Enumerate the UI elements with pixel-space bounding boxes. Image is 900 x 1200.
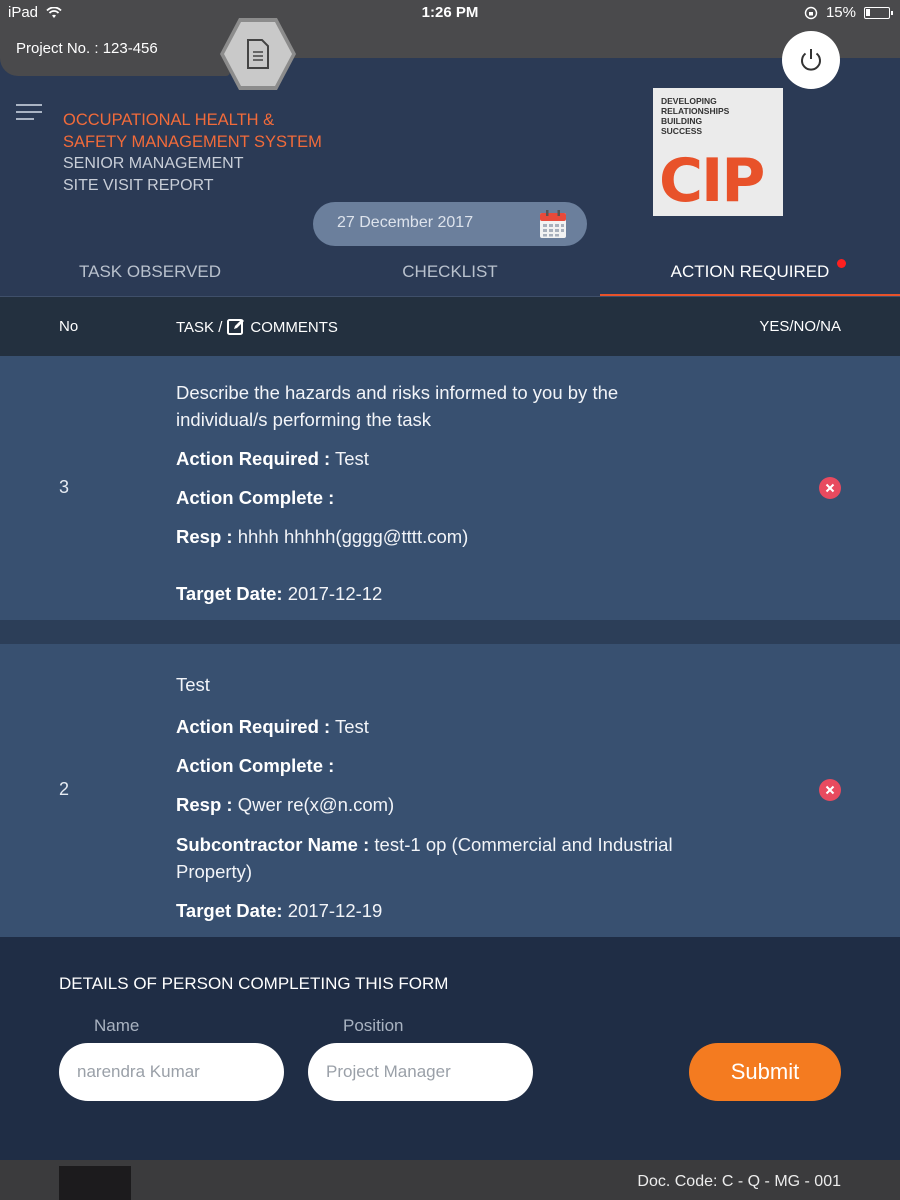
battery-icon bbox=[864, 6, 893, 19]
status-right: 15% bbox=[804, 4, 893, 21]
table-row: 2 Test Action Required : Test Action Com… bbox=[0, 644, 900, 937]
row-resp: Resp : Qwer re(x@n.com) bbox=[176, 794, 395, 815]
close-icon bbox=[825, 483, 835, 493]
row-separator bbox=[0, 620, 900, 644]
tab-task-observed[interactable]: TASK OBSERVED bbox=[0, 262, 300, 282]
row-resp: Resp : hhhh hhhhh(gggg@tttt.com) bbox=[176, 526, 469, 547]
row-target-date: Target Date: 2017-12-19 bbox=[176, 900, 383, 921]
form-title: DETAILS OF PERSON COMPLETING THIS FORM bbox=[59, 974, 449, 993]
app-subtitle-line-2: SITE VISIT REPORT bbox=[63, 177, 214, 194]
cip-logo: DEVELOPING RELATIONSHIPS BUILDING SUCCES… bbox=[653, 88, 783, 216]
tab-action-required[interactable]: ACTION REQUIRED bbox=[600, 262, 900, 282]
row-number: 3 bbox=[59, 477, 70, 497]
row-description: Describe the hazards and risks informed … bbox=[176, 382, 619, 430]
row-target-date: Target Date: 2017-12-12 bbox=[176, 583, 383, 604]
document-icon bbox=[247, 39, 269, 69]
column-header-task-prefix: TASK / bbox=[176, 318, 223, 336]
app-subtitle-line-1: SENIOR MANAGEMENT bbox=[63, 155, 244, 172]
row-action-complete: Action Complete : bbox=[176, 755, 335, 776]
name-label: Name bbox=[94, 1016, 140, 1035]
date-value: 27 December 2017 bbox=[337, 214, 474, 231]
power-button[interactable] bbox=[782, 31, 840, 89]
column-header-yes-no-na: YES/NO/NA bbox=[759, 318, 841, 335]
footer-logo-block bbox=[59, 1166, 131, 1200]
logo-mark: CIP bbox=[659, 146, 765, 216]
table-header: No TASK / COMMENTS YES/NO/NA bbox=[0, 297, 900, 356]
row-action-complete: Action Complete : bbox=[176, 487, 335, 508]
tab-checklist[interactable]: CHECKLIST bbox=[300, 262, 600, 282]
calendar-icon bbox=[540, 210, 566, 238]
app-title: OCCUPATIONAL HEALTH & SAFETY MANAGEMENT … bbox=[63, 109, 363, 153]
row-number: 2 bbox=[59, 779, 70, 799]
status-bar: iPad 1:26 PM 15% bbox=[0, 0, 900, 26]
row-description: Test bbox=[176, 674, 210, 695]
app-title-line-1: OCCUPATIONAL HEALTH & bbox=[63, 111, 275, 129]
delete-button[interactable] bbox=[819, 477, 841, 499]
document-button-inner bbox=[224, 22, 292, 86]
status-time: 1:26 PM bbox=[421, 4, 479, 21]
row-action-required: Action Required : Test bbox=[176, 716, 369, 737]
power-icon bbox=[801, 49, 821, 71]
app-title-line-2: SAFETY MANAGEMENT SYSTEM bbox=[63, 133, 322, 151]
battery-percent: 15% bbox=[825, 4, 856, 21]
position-label: Position bbox=[343, 1016, 404, 1035]
column-header-task: TASK / COMMENTS bbox=[176, 318, 338, 336]
row-subcontractor: Subcontractor Name : test-1 op (Commerci… bbox=[176, 834, 673, 882]
tab-bar: TASK OBSERVED CHECKLIST ACTION REQUIRED bbox=[0, 250, 900, 296]
doc-code: Doc. Code: C - Q - MG - 001 bbox=[637, 1173, 841, 1190]
orientation-lock-icon bbox=[804, 6, 818, 19]
submit-button[interactable]: Submit bbox=[689, 1043, 841, 1101]
table-row: 3 Describe the hazards and risks informe… bbox=[0, 356, 900, 620]
close-icon bbox=[825, 785, 835, 795]
logo-tagline: DEVELOPING RELATIONSHIPS BUILDING SUCCES… bbox=[661, 96, 730, 136]
name-input[interactable] bbox=[59, 1043, 284, 1101]
delete-button[interactable] bbox=[819, 779, 841, 801]
app-subtitle: SENIOR MANAGEMENT SITE VISIT REPORT bbox=[63, 153, 363, 197]
menu-icon[interactable] bbox=[16, 104, 42, 125]
edit-icon bbox=[227, 319, 245, 335]
date-picker[interactable]: 27 December 2017 bbox=[313, 202, 587, 246]
column-header-task-suffix: COMMENTS bbox=[250, 318, 338, 336]
active-tab-indicator bbox=[600, 294, 900, 296]
row-action-required: Action Required : Test bbox=[176, 448, 369, 469]
column-header-no: No bbox=[59, 318, 79, 335]
position-input[interactable] bbox=[308, 1043, 533, 1101]
project-number: Project No. : 123-456 bbox=[16, 40, 158, 57]
notification-dot bbox=[837, 259, 846, 268]
